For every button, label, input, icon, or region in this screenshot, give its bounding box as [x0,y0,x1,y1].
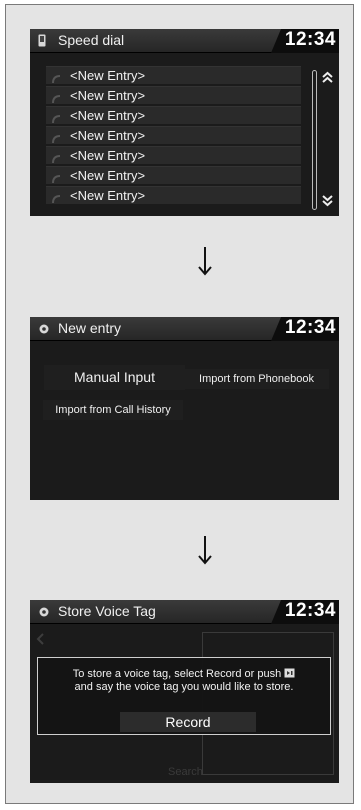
clock: 12:34 [271,29,339,53]
speed-dial-screen: Speed dial 12:34 <New Entry> <New Entry>… [30,29,339,216]
screen-title: Store Voice Tag [58,603,156,619]
voice-tag-dialog: To store a voice tag, select Record or p… [37,657,331,735]
title-bar: Speed dial 12:34 [30,29,339,53]
clock: 12:34 [271,600,339,624]
gear-icon [38,605,50,623]
dialog-message-line-1: To store a voice tag, select Record or p… [38,668,330,681]
list-item[interactable]: <New Entry> [46,146,301,164]
search-label: Search [168,766,203,778]
manual-input-button[interactable]: Manual Input [44,365,185,390]
store-voice-tag-screen: Store Voice Tag 12:34 Search To store a … [30,600,339,783]
list-item[interactable]: <New Entry> [46,106,301,124]
clock: 12:34 [271,317,339,341]
entry-label: <New Entry> [70,148,146,163]
gear-icon [38,322,50,340]
import-phonebook-button[interactable]: Import from Phonebook [184,369,329,389]
down-arrow-icon [198,246,212,281]
entry-label: <New Entry> [70,108,146,123]
screen-title: New entry [58,320,122,336]
list-item[interactable]: <New Entry> [46,186,301,204]
entry-label: <New Entry> [70,168,146,183]
record-button[interactable]: Record [120,712,256,732]
phone-icon [38,34,46,52]
new-entry-screen: New entry 12:34 Manual Input Import from… [30,317,339,500]
list-item[interactable]: <New Entry> [46,86,301,104]
double-chevron-up-icon[interactable] [322,70,333,88]
list-item[interactable]: <New Entry> [46,166,301,184]
dialog-message-line-2: and say the voice tag you would like to … [74,681,294,693]
list-item[interactable]: <New Entry> [46,66,301,84]
entry-label: <New Entry> [70,128,146,143]
handset-icon [52,191,61,209]
screen-title: Speed dial [58,32,125,48]
double-chevron-down-icon[interactable] [322,194,333,212]
talk-button-icon [284,668,295,681]
entry-label: <New Entry> [70,68,146,83]
list-item[interactable]: <New Entry> [46,126,301,144]
entry-label: <New Entry> [70,188,146,203]
scrollbar[interactable] [312,70,317,210]
back-chevron-icon[interactable] [36,632,44,650]
entry-label: <New Entry> [70,88,146,103]
title-bar: New entry 12:34 [30,317,339,341]
import-call-history-button[interactable]: Import from Call History [43,400,183,420]
down-arrow-icon [198,535,212,570]
title-bar: Store Voice Tag 12:34 [30,600,339,624]
